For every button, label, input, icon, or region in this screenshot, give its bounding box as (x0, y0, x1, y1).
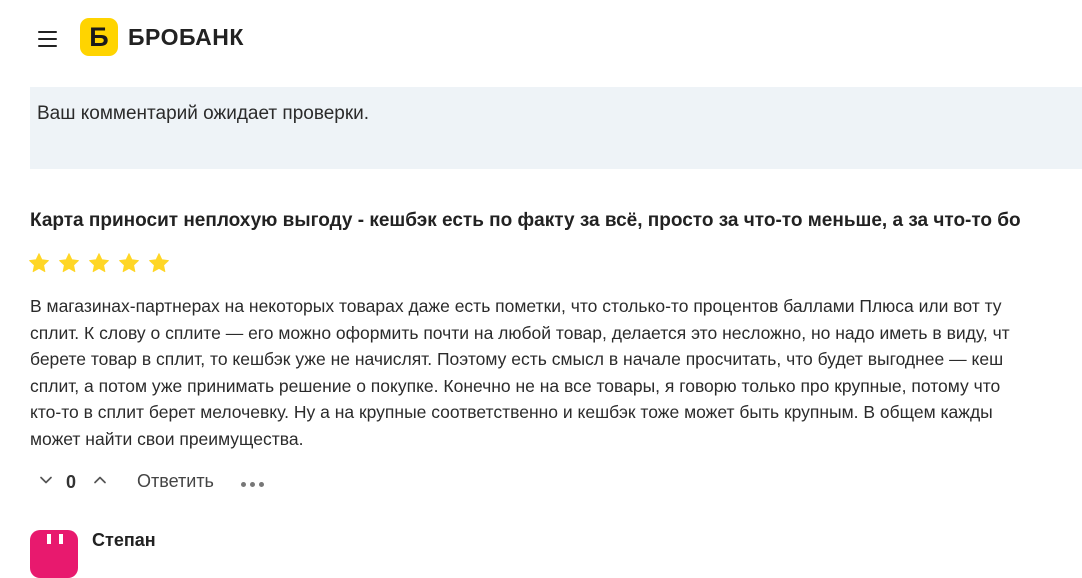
site-header: Б БРОБАНК (0, 0, 1082, 78)
star-icon (29, 253, 49, 273)
chevron-up-icon[interactable] (92, 472, 108, 488)
review-body-line: В магазинах-партнерах на некоторых товар… (30, 296, 1002, 316)
review-rating (28, 252, 178, 274)
review-body-line: сплит. К слову о сплите — его можно офор… (30, 322, 1010, 343)
review-body-line: кто-то в сплит берет мелочевку. Ну а на … (30, 402, 993, 422)
moderation-notice (30, 87, 1082, 169)
star-icon (149, 253, 169, 273)
reply-button[interactable]: Ответить (137, 471, 214, 492)
more-dots-icon[interactable] (241, 474, 267, 494)
star-icon (119, 253, 139, 273)
chevron-down-icon[interactable] (38, 472, 54, 488)
review-body-line: сплит, а потом уже принимать решение о п… (30, 375, 1001, 396)
review-body-line: может найти свои преимущества. (30, 428, 304, 449)
moderation-notice-text: Ваш комментарий ожидает проверки. (37, 103, 370, 124)
review-title: Карта приносит неплохую выгоду - кешбэк … (30, 210, 1021, 231)
comment-author-name: Степан (92, 530, 156, 550)
star-icon (89, 253, 109, 273)
hamburger-menu-icon[interactable] (38, 31, 57, 48)
review-body-line: берете товар в сплит, то кешбэк уже не н… (30, 349, 1004, 369)
vote-count: 0 (66, 472, 77, 492)
site-logo[interactable]: Б БРОБАНК (80, 18, 244, 56)
star-icon (59, 253, 79, 273)
logo-badge: Б (80, 18, 118, 56)
avatar (30, 530, 78, 578)
review-body: В магазинах-партнерах на некоторых товар… (30, 293, 1082, 452)
logo-text: БРОБАНК (128, 23, 244, 50)
